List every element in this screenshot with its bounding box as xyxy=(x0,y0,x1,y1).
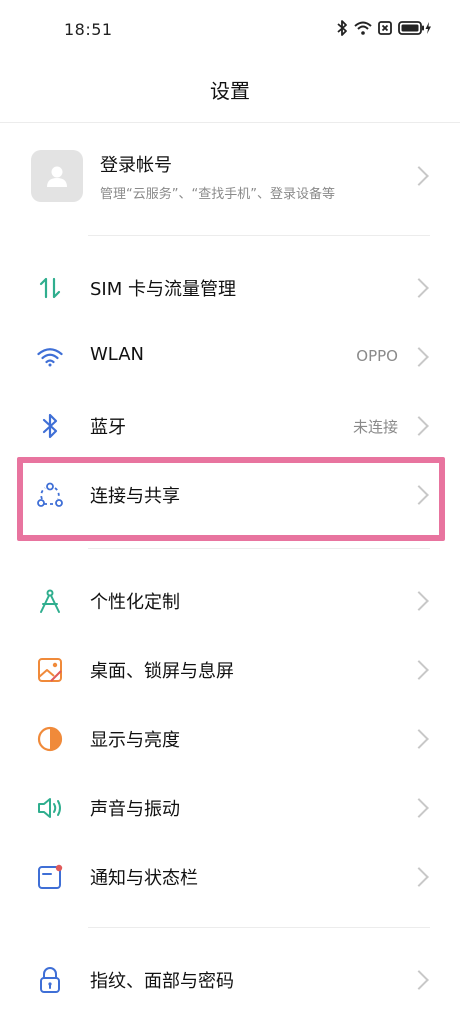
setting-label: 指纹、面部与密码 xyxy=(90,971,234,992)
brightness-icon xyxy=(36,725,64,753)
chevron-right-icon xyxy=(409,798,429,818)
setting-personalization[interactable]: 个性化定制 xyxy=(0,571,460,631)
chevron-right-icon xyxy=(409,867,429,887)
setting-label: 桌面、锁屏与息屏 xyxy=(90,661,234,682)
divider xyxy=(88,235,430,236)
setting-wlan[interactable]: WLAN OPPO xyxy=(0,327,460,387)
chevron-right-icon xyxy=(409,278,429,298)
sim-error-status-icon xyxy=(378,21,392,35)
setting-label: SIM 卡与流量管理 xyxy=(90,279,236,300)
divider xyxy=(88,927,430,928)
sim-data-arrows-icon xyxy=(36,274,64,302)
chevron-right-icon xyxy=(409,970,429,990)
account-description: 管理“云服务”、“查找手机”、登录设备等 xyxy=(100,187,335,202)
setting-label: 通知与状态栏 xyxy=(90,868,198,889)
wlan-network-name: OPPO xyxy=(356,347,398,365)
setting-sim-data[interactable]: SIM 卡与流量管理 xyxy=(0,258,460,318)
chevron-right-icon xyxy=(409,347,429,367)
wifi-status-icon xyxy=(354,21,372,35)
setting-display-brightness[interactable]: 显示与亮度 xyxy=(0,709,460,769)
bluetooth-icon xyxy=(36,412,64,440)
page-title: 设置 xyxy=(210,79,250,103)
title-divider xyxy=(0,122,460,123)
status-bar: 18:51 xyxy=(0,0,460,62)
bluetooth-status: 未连接 xyxy=(352,418,398,436)
battery-charging-icon xyxy=(398,21,432,35)
compass-icon xyxy=(36,587,64,615)
setting-label: WLAN xyxy=(90,344,145,365)
setting-label: 声音与振动 xyxy=(90,799,180,820)
setting-label: 显示与亮度 xyxy=(90,730,180,751)
chevron-right-icon xyxy=(409,166,429,186)
lock-icon xyxy=(36,966,64,994)
wallpaper-icon xyxy=(36,656,64,684)
chevron-right-icon xyxy=(409,591,429,611)
account-row[interactable]: 登录帐号 管理“云服务”、“查找手机”、登录设备等 xyxy=(0,145,460,211)
setting-sound-vibration[interactable]: 声音与振动 xyxy=(0,778,460,838)
setting-home-lock-screen[interactable]: 桌面、锁屏与息屏 xyxy=(0,640,460,700)
person-icon xyxy=(47,166,67,187)
notification-icon xyxy=(36,863,64,891)
avatar xyxy=(31,150,83,202)
status-icons xyxy=(336,20,432,36)
chevron-right-icon xyxy=(409,729,429,749)
setting-bluetooth[interactable]: 蓝牙 未连接 xyxy=(0,396,460,456)
title-bar: 设置 xyxy=(0,62,460,122)
status-time: 18:51 xyxy=(64,20,113,39)
wifi-icon xyxy=(36,343,64,371)
setting-notification-status-bar[interactable]: 通知与状态栏 xyxy=(0,847,460,907)
divider xyxy=(88,548,430,549)
highlight-box xyxy=(17,457,445,541)
setting-label: 蓝牙 xyxy=(90,417,126,438)
setting-fingerprint-face-password[interactable]: 指纹、面部与密码 xyxy=(0,950,460,1010)
setting-label: 个性化定制 xyxy=(90,592,180,613)
sound-icon xyxy=(36,794,64,822)
account-title: 登录帐号 xyxy=(100,155,172,176)
bluetooth-status-icon xyxy=(336,20,348,36)
chevron-right-icon xyxy=(409,416,429,436)
chevron-right-icon xyxy=(409,660,429,680)
